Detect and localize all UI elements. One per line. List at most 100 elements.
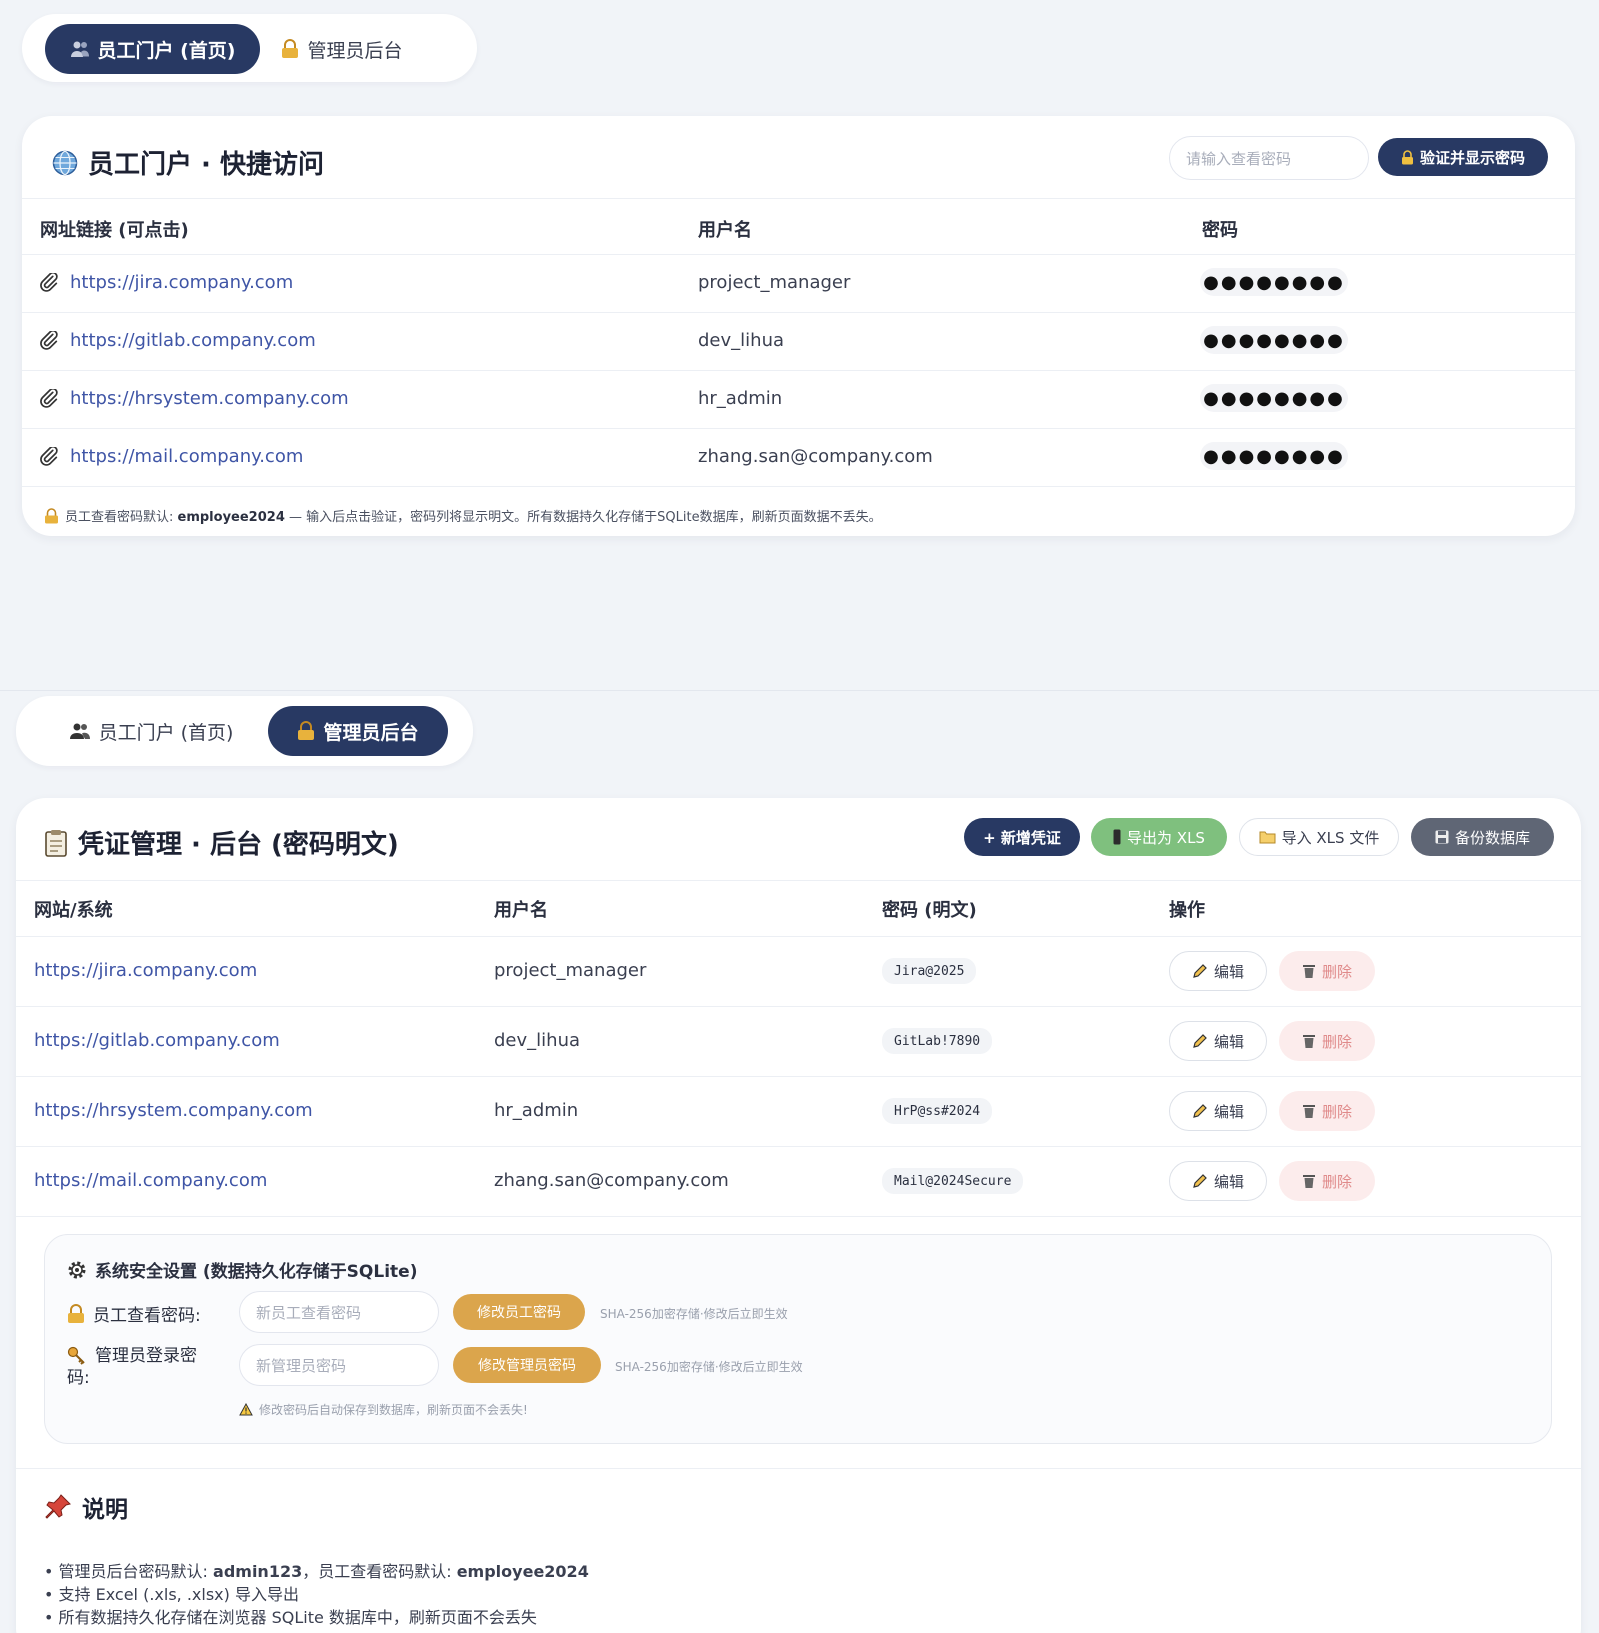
security-settings-panel: 系统安全设置 (数据持久化存储于SQLite) 员工查看密码: 新员工查看密码 …: [44, 1234, 1552, 1444]
delete-button[interactable]: 删除: [1279, 1161, 1375, 1201]
url-link[interactable]: https://mail.company.com: [70, 446, 303, 467]
admin-password-label: 管理员登录密 码:: [67, 1345, 217, 1389]
admin-card: 凭证管理 · 后台 (密码明文) + 新增凭证 导出为 XLS 导入 XLS 文…: [16, 798, 1581, 1633]
export-xls-button[interactable]: 导出为 XLS: [1091, 818, 1227, 856]
paperclip-icon: [40, 389, 62, 409]
admin-title: 凭证管理 · 后台 (密码明文): [44, 824, 399, 861]
edit-button[interactable]: 编辑: [1169, 1161, 1267, 1201]
note-default-password: employee2024: [177, 510, 285, 525]
employee-password-label-text: 员工查看密码:: [93, 1306, 201, 1326]
phone-icon: [1113, 829, 1121, 845]
import-label: 导入 XLS 文件: [1281, 828, 1380, 847]
portal-tabbar: 员工门户 (首页) 管理员后台: [22, 14, 477, 82]
lock-icon: [297, 721, 315, 741]
url-link[interactable]: https://jira.company.com: [70, 272, 293, 293]
col-header-actions: 操作: [1169, 900, 1205, 921]
lock-icon: [44, 507, 59, 524]
url-link[interactable]: https://jira.company.com: [34, 960, 257, 981]
key-icon: [67, 1346, 87, 1366]
delete-label: 删除: [1321, 962, 1352, 981]
tab-employee-portal[interactable]: 员工门户 (首页): [46, 706, 256, 756]
change-admin-password-button[interactable]: 修改管理员密码: [453, 1347, 601, 1383]
lock-icon: [281, 39, 299, 59]
portal-title: 员工门户 · 快捷访问: [52, 144, 324, 181]
divider: [16, 880, 1581, 881]
delete-button[interactable]: 删除: [1279, 1091, 1375, 1131]
change-employee-password-button[interactable]: 修改员工密码: [453, 1294, 585, 1330]
username-cell: project_manager: [494, 960, 647, 981]
col-header-username: 用户名: [494, 900, 548, 921]
export-label: 导出为 XLS: [1127, 828, 1205, 847]
tab-admin-backend[interactable]: 管理员后台: [268, 706, 448, 756]
settings-title: 系统安全设置 (数据持久化存储于SQLite): [67, 1257, 417, 1282]
username-cell: dev_lihua: [698, 330, 785, 351]
col-header-password: 密码: [1202, 220, 1238, 241]
masked-password: ●●●●●●●●: [1200, 268, 1348, 296]
admin-tabbar: 员工门户 (首页) 管理员后台: [16, 696, 473, 766]
divider: [22, 198, 1575, 199]
delete-button[interactable]: 删除: [1279, 951, 1375, 991]
edit-label: 编辑: [1213, 962, 1244, 981]
info-line-2: • 支持 Excel (.xls, .xlsx) 导入导出: [44, 1585, 299, 1604]
url-link[interactable]: https://hrsystem.company.com: [70, 388, 349, 409]
import-xls-button[interactable]: 导入 XLS 文件: [1239, 818, 1399, 856]
new-employee-password-input[interactable]: 新员工查看密码: [239, 1291, 439, 1333]
divider: [22, 486, 1575, 487]
table-row: https://jira.company.com project_manager…: [16, 936, 1581, 1006]
add-credential-button[interactable]: + 新增凭证: [964, 818, 1080, 856]
url-link[interactable]: https://hrsystem.company.com: [34, 1100, 313, 1121]
edit-button[interactable]: 编辑: [1169, 1091, 1267, 1131]
trash-icon: [1302, 1173, 1316, 1189]
info-line-1-mid: ，员工查看密码默认:: [302, 1562, 457, 1581]
pencil-icon: [1192, 1103, 1208, 1119]
info-admin-default: admin123: [213, 1562, 303, 1581]
tab-employee-portal[interactable]: 员工门户 (首页): [45, 24, 260, 74]
info-line-3: • 所有数据持久化存储在浏览器 SQLite 数据库中，刷新页面不会丢失: [44, 1608, 537, 1627]
username-cell: project_manager: [698, 272, 851, 293]
divider: [16, 1216, 1581, 1217]
admin-password-label-line2: 码:: [67, 1368, 90, 1388]
info-line-1: • 管理员后台密码默认: admin123，员工查看密码默认: employee…: [44, 1560, 589, 1583]
delete-button[interactable]: 删除: [1279, 1021, 1375, 1061]
view-password-input[interactable]: 请输入查看密码: [1169, 136, 1369, 180]
new-admin-password-input[interactable]: 新管理员密码: [239, 1344, 439, 1386]
backup-database-button[interactable]: 备份数据库: [1411, 818, 1554, 856]
admin-password-hint: SHA-256加密存储·修改后立即生效: [615, 1360, 803, 1374]
settings-title-text: 系统安全设置 (数据持久化存储于SQLite): [95, 1262, 418, 1282]
note-suffix: — 输入后点击验证，密码列将显示明文。所有数据持久化存储于SQLite数据库，刷…: [284, 510, 882, 525]
settings-warning-text: 修改密码后自动保存到数据库，刷新页面不会丢失!: [259, 1403, 528, 1417]
col-header-password: 密码 (明文): [882, 900, 977, 921]
plaintext-password: Mail@2024Secure: [882, 1168, 1024, 1194]
users-icon: [70, 40, 90, 58]
masked-password: ●●●●●●●●: [1200, 326, 1348, 354]
portal-card: 员工门户 · 快捷访问 请输入查看密码 验证并显示密码 网址链接 (可点击) 用…: [22, 116, 1575, 536]
edit-label: 编辑: [1213, 1172, 1244, 1191]
username-cell: hr_admin: [494, 1100, 579, 1121]
portal-title-text: 员工门户 · 快捷访问: [88, 150, 324, 180]
verify-show-password-button[interactable]: 验证并显示密码: [1378, 138, 1548, 176]
url-link[interactable]: https://mail.company.com: [34, 1170, 267, 1191]
backup-label: 备份数据库: [1454, 828, 1530, 847]
table-row: https://mail.company.com zhang.san@compa…: [22, 428, 1575, 486]
tab-label: 员工门户 (首页): [98, 721, 234, 744]
folder-icon: [1259, 830, 1276, 844]
edit-label: 编辑: [1213, 1032, 1244, 1051]
gear-icon: [67, 1260, 87, 1280]
trash-icon: [1302, 1033, 1316, 1049]
url-link[interactable]: https://gitlab.company.com: [70, 330, 316, 351]
pushpin-icon: [44, 1493, 72, 1521]
tab-label: 员工门户 (首页): [97, 39, 236, 62]
delete-label: 删除: [1321, 1102, 1352, 1121]
url-link[interactable]: https://gitlab.company.com: [34, 1030, 280, 1051]
edit-button[interactable]: 编辑: [1169, 1021, 1267, 1061]
table-row: https://gitlab.company.com dev_lihua ●●●…: [22, 312, 1575, 370]
edit-button[interactable]: 编辑: [1169, 951, 1267, 991]
tab-label: 管理员后台: [307, 39, 403, 62]
tab-admin-backend[interactable]: 管理员后台: [272, 24, 412, 74]
pencil-icon: [1192, 1033, 1208, 1049]
pencil-icon: [1192, 1173, 1208, 1189]
lock-icon: [1401, 149, 1414, 165]
delete-label: 删除: [1321, 1032, 1352, 1051]
info-title-text: 说明: [82, 1497, 128, 1523]
globe-icon: [52, 150, 78, 176]
